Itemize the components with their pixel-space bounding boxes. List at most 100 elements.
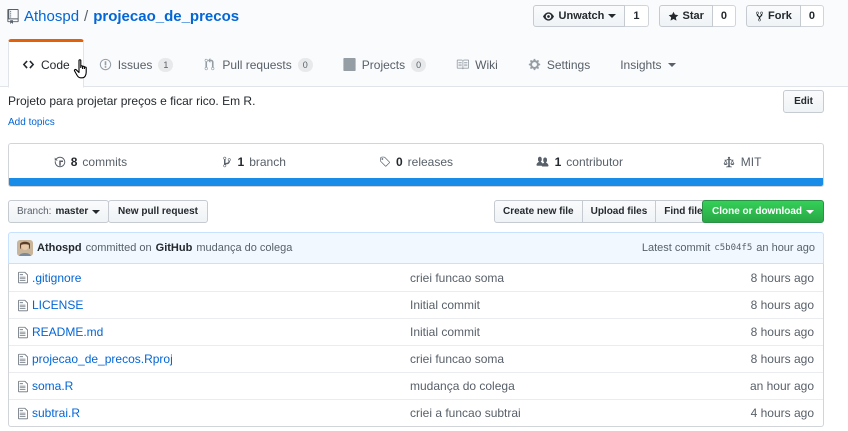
file-age: an hour ago (749, 379, 814, 393)
latest-commit-prefix: Latest commit (641, 242, 711, 254)
file-name-link[interactable]: README.md (32, 325, 410, 339)
file-age: 8 hours ago (750, 325, 814, 339)
branch-select-button[interactable]: Branch: master (8, 200, 110, 223)
clone-label: Clone or download (712, 206, 802, 217)
commit-message-link[interactable]: mudança do colega (196, 242, 292, 254)
file-commit-message-link[interactable]: Initial commit (410, 325, 713, 339)
tag-icon (380, 156, 390, 167)
branches-link[interactable]: 1 branch (172, 144, 335, 179)
forks-count[interactable]: 0 (800, 5, 824, 27)
avatar[interactable] (17, 240, 33, 256)
tab-settings-label: Settings (546, 57, 591, 72)
tab-projects[interactable]: Projects 0 (328, 39, 441, 87)
files-table: .gitignore criei funcao soma 8 hours ago… (8, 264, 824, 427)
file-icon (18, 380, 28, 392)
hand-cursor-icon (73, 59, 87, 79)
file-icon (18, 353, 28, 365)
repo-nav: Code Issues 1 Pull requests 0 Projects 0… (8, 39, 691, 88)
tab-pull-requests[interactable]: Pull requests 0 (188, 39, 327, 87)
branch-name: master (55, 206, 89, 217)
repo-name-link[interactable]: projecao_de_precos (93, 8, 239, 25)
chevron-down-icon (608, 14, 617, 18)
commits-link[interactable]: 8 commits (9, 144, 172, 179)
tab-projects-label: Projects (361, 57, 406, 72)
law-icon (723, 156, 734, 167)
tab-issues[interactable]: Issues 1 (84, 39, 189, 87)
upload-files-button[interactable]: Upload files (581, 200, 657, 223)
unwatch-button[interactable]: Unwatch (532, 5, 626, 27)
commit-author-link[interactable]: Athospd (37, 242, 82, 254)
contributors-link[interactable]: 1 contributor (497, 144, 660, 179)
file-name-link[interactable]: subtrai.R (32, 406, 410, 420)
file-name-link[interactable]: .gitignore (32, 271, 410, 285)
committed-on-text: committed on (85, 242, 152, 254)
issue-icon (99, 58, 111, 71)
edit-button[interactable]: Edit (783, 90, 824, 113)
file-commit-message-link[interactable]: criei funcao soma (410, 271, 713, 285)
tab-pull-requests-label: Pull requests (222, 57, 292, 72)
contributors-label: contributor (566, 154, 623, 169)
star-button[interactable]: Star (658, 5, 713, 27)
repo-owner-link[interactable]: Athospd (24, 8, 79, 25)
numbers-summary: 8 commits 1 branch 0 releases 1 contribu… (8, 143, 824, 187)
tab-settings[interactable]: Settings (513, 39, 605, 87)
chevron-down-icon (806, 209, 814, 214)
file-commit-message-link[interactable]: criei a funcao subtrai (410, 406, 713, 420)
contributors-count: 1 (554, 154, 562, 169)
latest-commit-meta: Latest commit c5b04f5 an hour ago (642, 242, 815, 254)
stargazers-count[interactable]: 0 (712, 5, 737, 27)
tab-wiki[interactable]: Wiki (441, 39, 513, 87)
fork-button[interactable]: Fork (746, 5, 801, 27)
chevron-down-icon (667, 62, 676, 67)
people-icon (536, 156, 549, 166)
latest-commit-age: an hour ago (756, 242, 815, 254)
clone-or-download-button[interactable]: Clone or download (702, 200, 824, 223)
gear-icon (528, 58, 541, 71)
branch-prefix: Branch: (17, 206, 52, 217)
star-label: Star (682, 10, 704, 22)
branches-label: branch (249, 154, 286, 169)
project-icon (343, 58, 356, 71)
code-icon (22, 60, 35, 69)
fork-group: Fork 0 (746, 5, 824, 27)
license-link[interactable]: MIT (660, 144, 823, 179)
tab-insights-label: Insights (620, 57, 662, 72)
star-icon (668, 11, 678, 21)
add-topics-link[interactable]: Add topics (8, 117, 55, 128)
file-age: 8 hours ago (750, 270, 814, 285)
file-name-link[interactable]: LICENSE (32, 298, 410, 312)
commits-label: commits (82, 154, 128, 169)
file-commit-message-link[interactable]: Initial commit (410, 298, 713, 312)
file-age: 8 hours ago (750, 352, 814, 366)
repo-icon (7, 8, 19, 24)
tab-wiki-label: Wiki (475, 57, 498, 72)
new-pull-request-button[interactable]: New pull request (108, 200, 209, 223)
file-commit-message-link[interactable]: mudança do colega (410, 379, 713, 393)
latest-commit-bar: Athospd committed on GitHub mudança do c… (8, 232, 824, 264)
releases-link[interactable]: 0 releases (335, 144, 498, 179)
tab-issues-label: Issues (117, 57, 153, 72)
releases-count: 0 (395, 154, 403, 169)
file-icon (18, 299, 28, 311)
file-name-link[interactable]: soma.R (32, 379, 410, 393)
file-commit-message-link[interactable]: criei funcao soma (410, 352, 713, 366)
star-group: Star 0 (658, 5, 737, 27)
pull-requests-counter: 0 (297, 57, 313, 72)
issues-counter: 1 (158, 57, 174, 72)
tab-insights[interactable]: Insights (605, 39, 690, 87)
history-icon (54, 156, 65, 167)
table-row: projecao_de_precos.Rproj criei funcao so… (9, 345, 823, 372)
create-new-file-button[interactable]: Create new file (494, 200, 583, 223)
commit-sha-link[interactable]: c5b04f5 (714, 243, 752, 253)
table-row: soma.R mudança do colega an hour ago (9, 372, 823, 399)
chevron-down-icon (92, 209, 101, 214)
repo-header: Athospd / projecao_de_precos Unwatch 1 S… (0, 0, 848, 88)
file-actions-group: Create new file Upload files Find file (494, 200, 712, 223)
branch-icon (222, 156, 231, 167)
language-bar[interactable] (9, 178, 823, 186)
watchers-count[interactable]: 1 (625, 5, 649, 27)
file-name-link[interactable]: projecao_de_precos.Rproj (32, 352, 410, 366)
file-icon (18, 326, 28, 338)
committer-platform: GitHub (155, 242, 193, 254)
table-row: README.md Initial commit 8 hours ago (9, 318, 823, 345)
